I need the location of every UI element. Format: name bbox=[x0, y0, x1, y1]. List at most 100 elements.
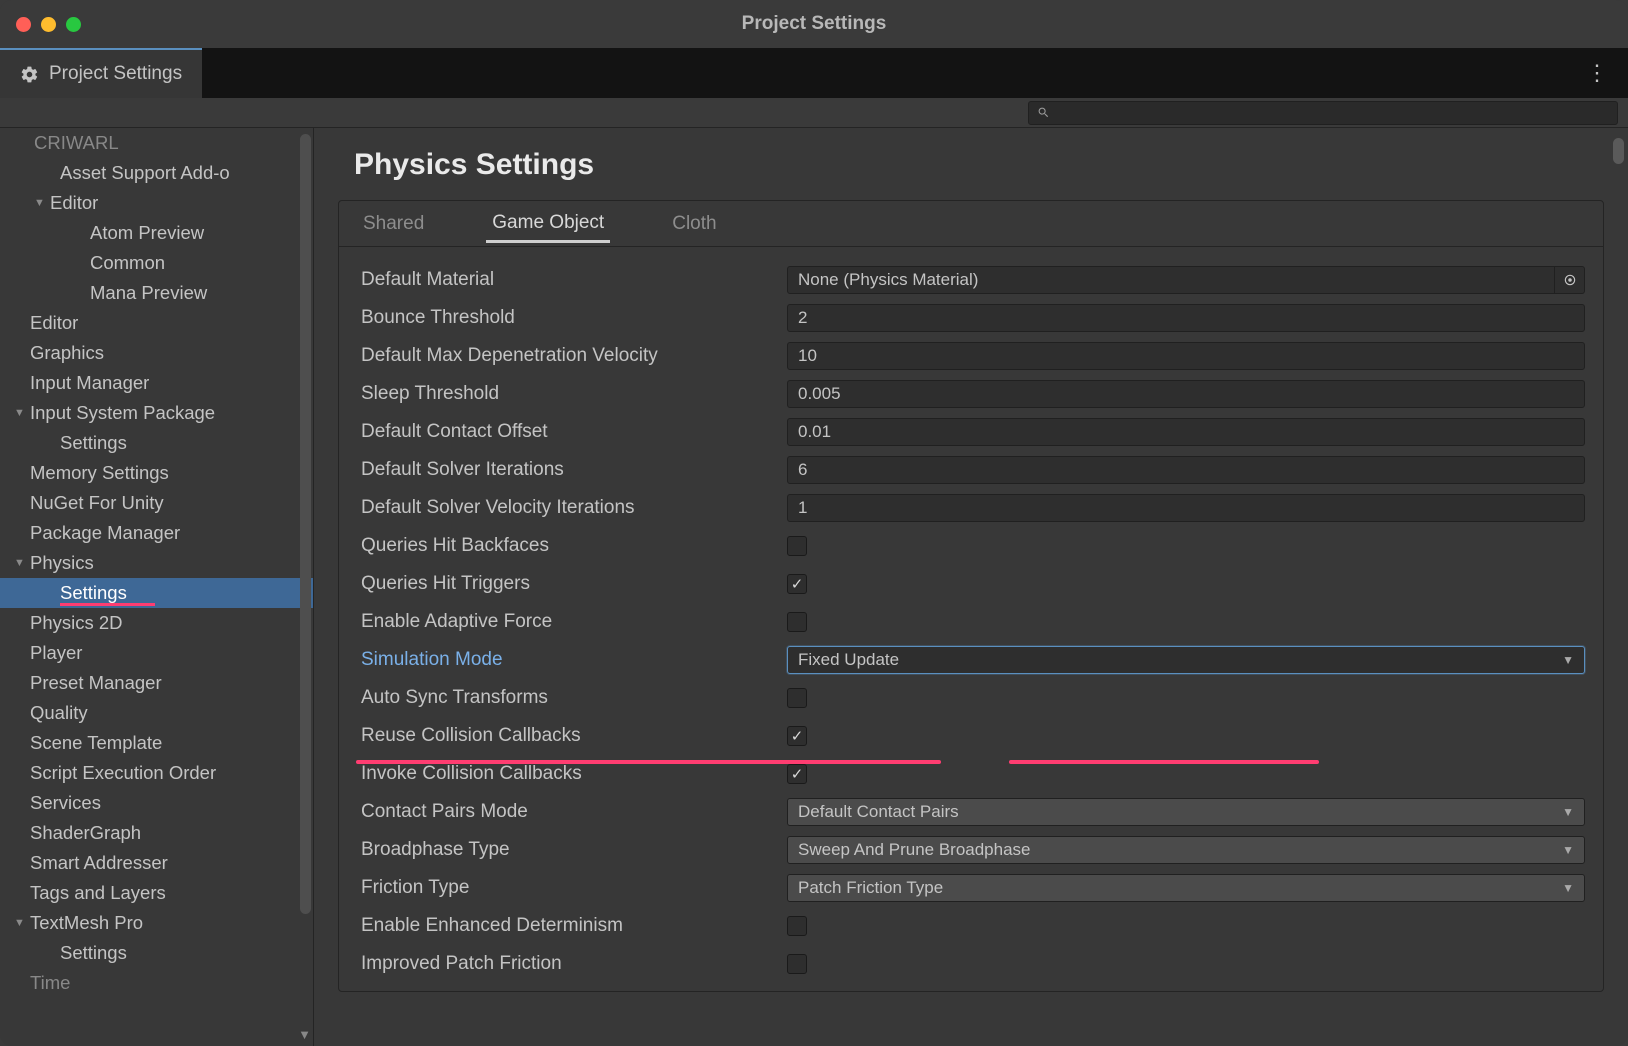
tree-item-graphics[interactable]: Graphics bbox=[0, 338, 313, 368]
gear-icon bbox=[20, 65, 39, 84]
tree-item-physics[interactable]: ▼Physics bbox=[0, 548, 313, 578]
subtab-shared[interactable]: Shared bbox=[357, 205, 430, 243]
checkbox[interactable]: ✓ bbox=[787, 764, 807, 784]
tree-item-input-system-package[interactable]: ▼Input System Package bbox=[0, 398, 313, 428]
tree-item-quality[interactable]: Quality bbox=[0, 698, 313, 728]
tree-item-services[interactable]: Services bbox=[0, 788, 313, 818]
tree-item-settings[interactable]: Settings bbox=[0, 938, 313, 968]
object-field-input[interactable]: None (Physics Material) bbox=[787, 266, 1555, 294]
tree-item-label: Time bbox=[30, 972, 70, 994]
sidebar-scroll-down-icon[interactable]: ▼ bbox=[298, 1027, 311, 1042]
object-picker-button[interactable] bbox=[1555, 266, 1585, 294]
tree-item-textmesh-pro[interactable]: ▼TextMesh Pro bbox=[0, 908, 313, 938]
field-control: 0.005 bbox=[787, 380, 1585, 408]
tree-item-label: Settings bbox=[60, 942, 127, 964]
field-control: Default Contact Pairs▼ bbox=[787, 798, 1585, 826]
tree-item-memory-settings[interactable]: Memory Settings bbox=[0, 458, 313, 488]
checkbox[interactable] bbox=[787, 688, 807, 708]
text-input[interactable]: 2 bbox=[787, 304, 1585, 332]
field-row-default-solver-iterations: Default Solver Iterations6 bbox=[357, 451, 1585, 489]
field-control: 1 bbox=[787, 494, 1585, 522]
field-label: Broadphase Type bbox=[357, 839, 787, 861]
field-control: ✓ bbox=[787, 574, 1585, 594]
dropdown[interactable]: Default Contact Pairs▼ bbox=[787, 798, 1585, 826]
tree-item-scene-template[interactable]: Scene Template bbox=[0, 728, 313, 758]
text-input[interactable]: 10 bbox=[787, 342, 1585, 370]
expand-icon[interactable]: ▼ bbox=[14, 917, 30, 929]
titlebar: Project Settings bbox=[0, 0, 1628, 48]
tree-item-smart-addresser[interactable]: Smart Addresser bbox=[0, 848, 313, 878]
field-control: Fixed Update▼ bbox=[787, 646, 1585, 674]
subtab-game-object[interactable]: Game Object bbox=[486, 204, 610, 243]
minimize-window-button[interactable] bbox=[41, 17, 56, 32]
checkbox[interactable]: ✓ bbox=[787, 574, 807, 594]
field-control bbox=[787, 612, 1585, 632]
text-input[interactable]: 6 bbox=[787, 456, 1585, 484]
field-row-default-contact-offset: Default Contact Offset0.01 bbox=[357, 413, 1585, 451]
tree-item-package-manager[interactable]: Package Manager bbox=[0, 518, 313, 548]
tree-item-common[interactable]: Common bbox=[0, 248, 313, 278]
expand-icon[interactable]: ▼ bbox=[14, 407, 30, 419]
field-control: ✓ bbox=[787, 726, 1585, 746]
field-row-default-solver-velocity-iterations: Default Solver Velocity Iterations1 bbox=[357, 489, 1585, 527]
tree-item-mana-preview[interactable]: Mana Preview bbox=[0, 278, 313, 308]
checkbox[interactable] bbox=[787, 916, 807, 936]
dropdown-value: Fixed Update bbox=[798, 650, 899, 670]
tree-item-shadergraph[interactable]: ShaderGraph bbox=[0, 818, 313, 848]
tree-item-label: Memory Settings bbox=[30, 462, 169, 484]
maximize-window-button[interactable] bbox=[66, 17, 81, 32]
tree-item-editor[interactable]: Editor bbox=[0, 308, 313, 338]
close-window-button[interactable] bbox=[16, 17, 31, 32]
tree-item-label: Tags and Layers bbox=[30, 882, 166, 904]
tree-item-script-execution-order[interactable]: Script Execution Order bbox=[0, 758, 313, 788]
main-scrollbar[interactable] bbox=[1613, 138, 1624, 164]
field-label: Default Solver Velocity Iterations bbox=[357, 497, 787, 519]
subtabs-row: Shared Game Object Cloth bbox=[339, 201, 1603, 247]
dropdown[interactable]: Sweep And Prune Broadphase▼ bbox=[787, 836, 1585, 864]
field-label: Simulation Mode bbox=[357, 649, 787, 671]
tree-item-label: CRIWARL bbox=[34, 132, 119, 154]
tree-item-settings[interactable]: Settings bbox=[0, 578, 313, 608]
tree-item-label: TextMesh Pro bbox=[30, 912, 143, 934]
tab-menu-button[interactable]: ⋮ bbox=[1566, 48, 1628, 98]
field-label: Default Max Depenetration Velocity bbox=[357, 345, 787, 367]
expand-icon[interactable]: ▼ bbox=[14, 557, 30, 569]
checkbox[interactable] bbox=[787, 612, 807, 632]
sidebar-scrollbar[interactable] bbox=[300, 134, 311, 914]
field-label: Queries Hit Triggers bbox=[357, 573, 787, 595]
text-input[interactable]: 0.01 bbox=[787, 418, 1585, 446]
tree-item-input-manager[interactable]: Input Manager bbox=[0, 368, 313, 398]
tree-item-label: ShaderGraph bbox=[30, 822, 141, 844]
tree-item-atom-preview[interactable]: Atom Preview bbox=[0, 218, 313, 248]
tree-item-label: Settings bbox=[60, 432, 127, 454]
checkbox[interactable] bbox=[787, 536, 807, 556]
tree-item-criwarl[interactable]: CRIWARL bbox=[0, 128, 313, 158]
tree-item-nuget-for-unity[interactable]: NuGet For Unity bbox=[0, 488, 313, 518]
search-input[interactable] bbox=[1028, 101, 1618, 125]
tree-item-label: Asset Support Add-o bbox=[60, 162, 230, 184]
text-input[interactable]: 0.005 bbox=[787, 380, 1585, 408]
annotation-underline-value bbox=[1009, 760, 1319, 764]
tree-item-editor[interactable]: ▼Editor bbox=[0, 188, 313, 218]
checkbox[interactable] bbox=[787, 954, 807, 974]
tree-item-tags-and-layers[interactable]: Tags and Layers bbox=[0, 878, 313, 908]
text-input[interactable]: 1 bbox=[787, 494, 1585, 522]
tree-item-player[interactable]: Player bbox=[0, 638, 313, 668]
editor-tab-bar: Project Settings ⋮ bbox=[0, 48, 1628, 98]
tab-project-settings[interactable]: Project Settings bbox=[0, 48, 202, 98]
checkbox[interactable]: ✓ bbox=[787, 726, 807, 746]
expand-icon[interactable]: ▼ bbox=[34, 197, 50, 209]
dropdown[interactable]: Patch Friction Type▼ bbox=[787, 874, 1585, 902]
tree-item-asset-support-add-o[interactable]: Asset Support Add-o bbox=[0, 158, 313, 188]
dropdown[interactable]: Fixed Update▼ bbox=[787, 646, 1585, 674]
tree-item-physics-2d[interactable]: Physics 2D bbox=[0, 608, 313, 638]
tree-item-label: Script Execution Order bbox=[30, 762, 216, 784]
tree-item-settings[interactable]: Settings bbox=[0, 428, 313, 458]
tree-item-time[interactable]: Time bbox=[0, 968, 313, 998]
tree-item-preset-manager[interactable]: Preset Manager bbox=[0, 668, 313, 698]
subtab-cloth[interactable]: Cloth bbox=[666, 205, 722, 243]
field-label: Sleep Threshold bbox=[357, 383, 787, 405]
tree-item-label: Smart Addresser bbox=[30, 852, 168, 874]
field-label: Default Contact Offset bbox=[357, 421, 787, 443]
field-label: Queries Hit Backfaces bbox=[357, 535, 787, 557]
